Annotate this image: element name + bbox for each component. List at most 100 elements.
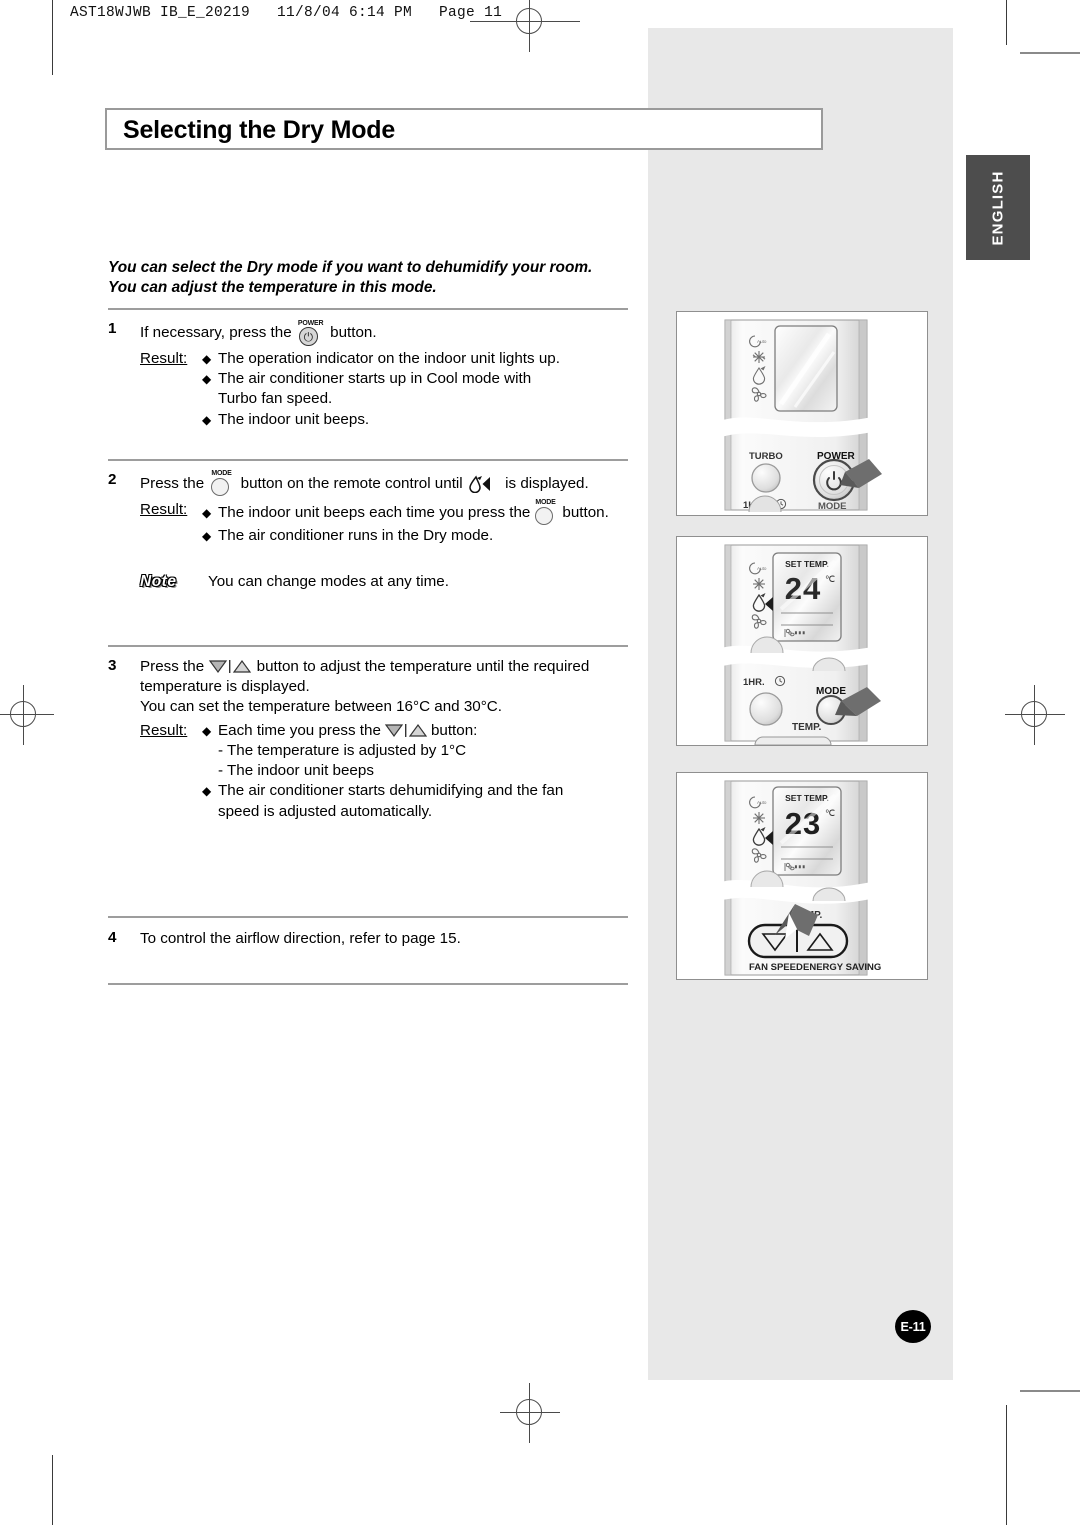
svg-text:Auto: Auto <box>757 566 767 571</box>
step-4-number: 4 <box>108 929 117 946</box>
svg-text:TURBO: TURBO <box>749 451 783 462</box>
step-2-results: ◆ The indoor unit beeps each time you pre… <box>202 499 609 546</box>
step-2-bullet-2: ◆ The air conditioner runs in the Dry mod… <box>202 526 609 546</box>
diamond-bullet-icon: ◆ <box>202 529 212 543</box>
step-3-lead-after: button to adjust the temperature until t… <box>256 658 590 675</box>
step-2-bullet-1: ◆ The indoor unit beeps each time you pre… <box>202 499 609 526</box>
crop-mark-left-bottom <box>52 1455 53 1525</box>
dry-mode-symbol-icon <box>467 475 501 494</box>
print-slug: AST18WJWB IB_E_20219 11/8/04 6:14 PM Pag… <box>70 5 503 21</box>
diamond-bullet-icon: ◆ <box>202 412 212 427</box>
step-2-lead-after: is displayed. <box>505 475 589 493</box>
step-1-bullet-2-cont: Turbo fan speed. <box>218 390 333 408</box>
step-2: 2 Press the MODE button on the remote co… <box>108 470 633 546</box>
svg-text:℃: ℃ <box>825 574 835 584</box>
step-3-number: 3 <box>108 657 117 674</box>
svg-text:Auto: Auto <box>757 800 767 805</box>
note-label: Note <box>140 573 177 590</box>
crop-mark-right-top-h <box>1020 52 1080 54</box>
step-1-result-label: Result: <box>140 350 188 367</box>
page-number-badge-label: E-11 <box>900 1319 926 1334</box>
svg-text:▘▘▘: ▘▘▘ <box>794 631 807 638</box>
language-tab-label: ENGLISH <box>989 169 1007 246</box>
page-title: Selecting the Dry Mode <box>123 116 396 144</box>
step-1-lead-before: If necessary, press the <box>140 324 292 342</box>
rule-above-step-2 <box>108 459 628 461</box>
step-1-body: If necessary, press the POWER button. Re… <box>140 320 633 430</box>
step-4-body: To control the airflow direction, refer … <box>140 929 633 949</box>
step-2-lead-mid: button on the remote control until <box>240 475 463 493</box>
rule-below-step-4 <box>108 983 628 985</box>
svg-text:MODE: MODE <box>818 501 847 512</box>
rule-above-step-4 <box>108 916 628 918</box>
crop-mark-right-top <box>1006 0 1007 45</box>
svg-text:TEMP.: TEMP. <box>792 722 821 733</box>
step-3-subline-1: - The temperature is adjusted by 1°C <box>218 741 467 759</box>
step-2-number: 2 <box>108 471 117 488</box>
step-3-bullet-1-text-before: Each time you press the <box>218 721 381 739</box>
diamond-bullet-icon: ◆ <box>202 723 212 738</box>
step-1-bullet-2-text: The air conditioner starts up in Cool mo… <box>218 370 532 388</box>
step-3-bullet-2: ◆ The air conditioner starts dehumidifyin… <box>202 781 563 801</box>
rule-above-step-3 <box>108 645 628 647</box>
step-2-lead: Press the MODE button on the remote cont… <box>140 470 633 497</box>
illustration-temp-buttons: SET TEMP. 23 ℃ ▘▘▘ Auto <box>676 772 928 980</box>
step-1-number: 1 <box>108 320 117 337</box>
svg-text:1HR.: 1HR. <box>743 677 765 688</box>
step-3-lead: Press the button to adjust the temperatu… <box>140 657 633 677</box>
temp-up-down-button-icon <box>384 722 428 739</box>
page-number-badge: E-11 <box>895 1310 931 1343</box>
svg-text:FAN SPEED: FAN SPEED <box>749 962 803 973</box>
svg-text:℃: ℃ <box>825 808 835 818</box>
intro-line-2: You can adjust the temperature in this m… <box>108 279 437 297</box>
document-page: AST18WJWB IB_E_20219 11/8/04 6:14 PM Pag… <box>0 0 1080 1525</box>
step-4-text: To control the airflow direction, refer … <box>140 930 461 947</box>
step-1-bullet-3: ◆ The indoor unit beeps. <box>202 410 560 430</box>
mode-button-icon: MODE <box>208 470 236 497</box>
note-text: You can change modes at any time. <box>208 573 449 590</box>
step-1-bullet-3-text: The indoor unit beeps. <box>218 410 370 428</box>
step-1: 1 If necessary, press the POWER button. … <box>108 320 633 430</box>
step-2-lead-before: Press the <box>140 475 205 493</box>
mode-button-icon: MODE <box>532 499 560 526</box>
print-slug-rule <box>470 21 580 22</box>
page-title-box: Selecting the Dry Mode <box>105 108 823 150</box>
svg-text:Auto: Auto <box>757 339 767 344</box>
registration-mark-right <box>1005 685 1065 745</box>
registration-mark-bottom <box>500 1383 560 1443</box>
svg-text:ENERGY SAVING: ENERGY SAVING <box>803 962 881 973</box>
step-3-bullet-1-text-after: button: <box>430 721 478 739</box>
language-tab: ENGLISH <box>966 155 1030 260</box>
illustration-power-button: Auto TURBO 1HR. <box>676 311 928 516</box>
step-2-bullet-2-text: The air conditioner runs in the Dry mode… <box>218 527 494 544</box>
step-1-lead: If necessary, press the POWER button. <box>140 320 633 346</box>
svg-text:SET TEMP.: SET TEMP. <box>785 793 829 803</box>
step-4: 4 To control the airflow direction, refe… <box>108 929 633 949</box>
step-3-bullet-2-cont: speed is adjusted automatically. <box>218 802 433 820</box>
step-2-body: Press the MODE button on the remote cont… <box>140 470 633 546</box>
diamond-bullet-icon: ◆ <box>202 372 212 387</box>
registration-mark-top <box>500 0 560 52</box>
svg-text:SET TEMP.: SET TEMP. <box>785 559 829 569</box>
step-3-lead-before: Press the <box>140 658 205 675</box>
diamond-bullet-icon: ◆ <box>202 506 212 521</box>
step-3-results: ◆ Each time you press the button: - The te… <box>202 721 563 822</box>
note-row: Note You can change modes at any time. <box>140 573 620 591</box>
step-2-bullet-1-text-after: button. <box>562 504 609 522</box>
step-3-line-2: temperature is displayed. <box>140 678 310 696</box>
crop-mark-right-bottom-h <box>1020 1390 1080 1392</box>
step-3: 3 Press the button to adjust the tempera… <box>108 657 633 822</box>
step-3-result-label: Result: <box>140 721 188 739</box>
svg-text:▘▘▘: ▘▘▘ <box>794 865 807 872</box>
step-3-subline-2: - The indoor unit beeps <box>218 762 374 780</box>
step-1-bullet-1-text: The operation indicator on the indoor un… <box>218 350 560 367</box>
diamond-bullet-icon: ◆ <box>202 784 212 799</box>
intro-line-1: You can select the Dry mode if you want … <box>108 259 593 276</box>
power-button-icon: POWER <box>296 320 326 346</box>
step-1-bullet-2: ◆ The air conditioner starts up in Cool m… <box>202 369 560 389</box>
temp-up-down-button-icon <box>208 658 252 675</box>
step-3-bullet-2-text: The air conditioner starts dehumidifying… <box>218 782 564 800</box>
step-1-lead-after: button. <box>330 324 377 342</box>
step-3-line-3: You can set the temperature between 16°C… <box>140 698 502 716</box>
crop-mark-right-bottom <box>1006 1405 1007 1525</box>
